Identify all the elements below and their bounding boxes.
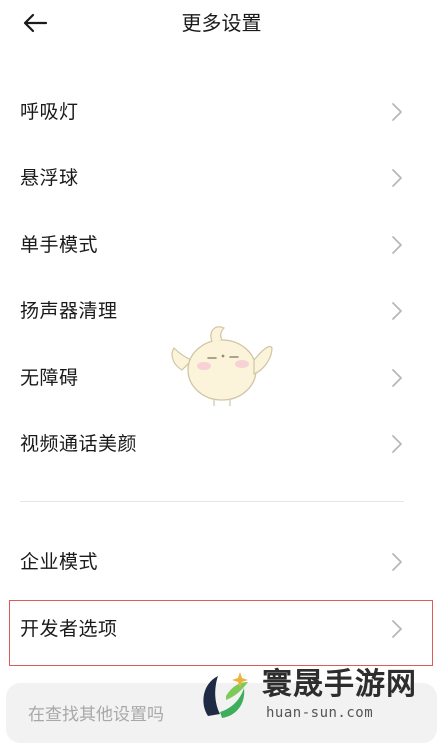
setting-row-breathing-light[interactable]: 呼吸灯: [0, 84, 443, 140]
setting-label: 无障碍: [20, 367, 79, 389]
setting-label: 单手模式: [20, 234, 99, 256]
chevron-right-icon: [392, 369, 402, 387]
chevron-right-icon: [392, 169, 402, 187]
setting-label: 企业模式: [20, 551, 99, 573]
section-divider: [20, 501, 404, 502]
setting-label: 视频通话美颜: [20, 433, 138, 455]
site-watermark: 寰晟手游网 huan-sun.com: [196, 664, 443, 725]
setting-label: 开发者选项: [20, 618, 118, 640]
page-title: 更多设置: [181, 11, 262, 35]
watermark-url: huan-sun.com: [266, 705, 374, 721]
setting-row-developer-options[interactable]: 开发者选项: [0, 601, 443, 657]
chevron-right-icon: [392, 435, 402, 453]
chevron-right-icon: [392, 302, 402, 320]
chevron-right-icon: [392, 236, 402, 254]
setting-label: 呼吸灯: [20, 101, 79, 123]
leaf-logo-icon: [203, 672, 248, 718]
mascot-chick-watermark: [171, 326, 273, 406]
setting-row-floating-ball[interactable]: 悬浮球: [0, 150, 443, 206]
chevron-right-icon: [392, 620, 402, 638]
search-placeholder: 在查找其他设置吗: [28, 705, 164, 725]
setting-row-video-call-beauty[interactable]: 视频通话美颜: [0, 416, 443, 472]
chevron-right-icon: [392, 103, 402, 121]
setting-row-enterprise-mode[interactable]: 企业模式: [0, 534, 443, 590]
top-bar: 更多设置: [0, 0, 443, 46]
setting-label: 悬浮球: [20, 167, 79, 189]
setting-label: 扬声器清理: [20, 300, 118, 322]
setting-row-one-hand-mode[interactable]: 单手模式: [0, 217, 443, 273]
chevron-right-icon: [392, 553, 402, 571]
watermark-title: 寰晟手游网: [262, 667, 417, 702]
